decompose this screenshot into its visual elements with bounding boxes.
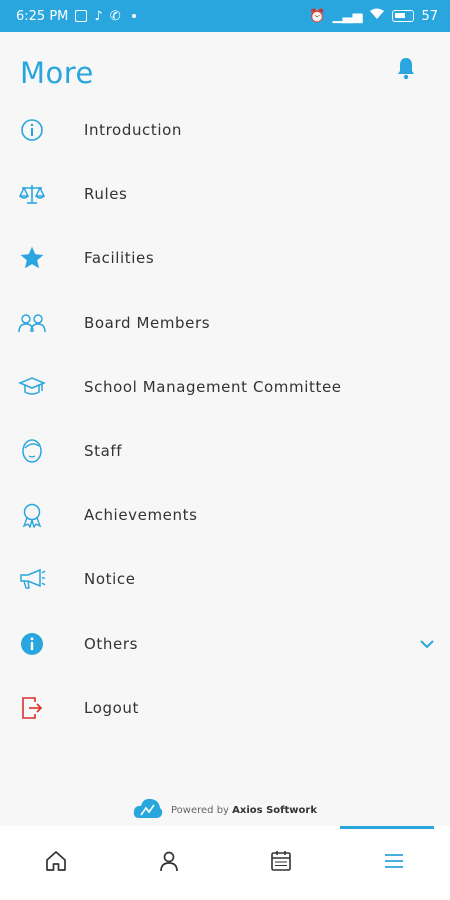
- megaphone-icon: [18, 565, 46, 593]
- menu-icon: [382, 849, 406, 877]
- powered-prefix: Powered by: [171, 804, 229, 816]
- nav-calendar[interactable]: [225, 826, 338, 900]
- alarm-icon: ⏰: [309, 8, 326, 24]
- info-filled-icon: [18, 630, 46, 658]
- battery-icon: [392, 10, 415, 22]
- menu-item-label: Board Members: [84, 313, 211, 332]
- bottom-nav: [0, 826, 450, 900]
- more-notifications-icon: [131, 14, 136, 18]
- nav-profile[interactable]: [113, 826, 226, 900]
- logout-icon: [18, 694, 46, 722]
- info-circle-icon: [18, 116, 46, 144]
- tiktok-icon: ♪: [94, 8, 103, 24]
- battery-percent: 57: [421, 8, 438, 24]
- status-time: 6:25 PM: [16, 8, 69, 24]
- menu-item-label: Logout: [84, 698, 139, 717]
- menu-item-logout[interactable]: Logout: [0, 676, 450, 740]
- face-icon: [18, 437, 46, 465]
- users-icon: [18, 309, 46, 337]
- menu-item-board-members[interactable]: Board Members: [0, 291, 450, 355]
- menu-item-school-management-committee[interactable]: School Management Committee: [0, 355, 450, 419]
- notification-icon: [75, 10, 88, 22]
- user-icon: [157, 849, 181, 877]
- scales-icon: [18, 180, 46, 208]
- signal-icon: ▁▃▅: [332, 8, 363, 24]
- award-icon: [18, 501, 46, 529]
- nav-more[interactable]: [338, 826, 450, 900]
- menu-item-label: Rules: [84, 185, 128, 204]
- menu-item-label: Introduction: [84, 121, 183, 140]
- axios-logo-icon: [133, 796, 163, 824]
- viber-icon: ✆: [109, 8, 121, 24]
- graduation-cap-icon: [18, 373, 46, 401]
- menu-item-label: Others: [84, 634, 139, 653]
- star-icon: [18, 244, 46, 272]
- powered-brand: Axios Softwork: [232, 804, 317, 816]
- wifi-icon: [369, 8, 385, 24]
- home-icon: [44, 849, 68, 877]
- page-title: More: [20, 56, 94, 90]
- calendar-icon: [269, 849, 293, 877]
- menu-item-label: Achievements: [84, 506, 198, 525]
- more-menu: Introduction Rules Facilities Board Memb…: [0, 98, 450, 740]
- menu-item-achievements[interactable]: Achievements: [0, 483, 450, 547]
- menu-item-staff[interactable]: Staff: [0, 419, 450, 483]
- menu-item-facilities[interactable]: Facilities: [0, 226, 450, 290]
- chevron-down-icon[interactable]: [418, 635, 436, 653]
- notification-bell-icon[interactable]: [394, 56, 418, 80]
- powered-by: Powered by Axios Softwork: [0, 796, 450, 824]
- menu-item-notice[interactable]: Notice: [0, 547, 450, 611]
- menu-item-label: Staff: [84, 442, 123, 461]
- menu-item-label: Notice: [84, 570, 136, 589]
- menu-item-label: Facilities: [84, 249, 155, 268]
- nav-home[interactable]: [0, 826, 113, 900]
- status-bar: 6:25 PM ♪ ✆ ⏰ ▁▃▅ 57: [0, 0, 450, 32]
- menu-item-others[interactable]: Others: [0, 612, 450, 676]
- menu-item-rules[interactable]: Rules: [0, 162, 450, 226]
- menu-item-label: School Management Committee: [84, 377, 342, 396]
- menu-item-introduction[interactable]: Introduction: [0, 98, 450, 162]
